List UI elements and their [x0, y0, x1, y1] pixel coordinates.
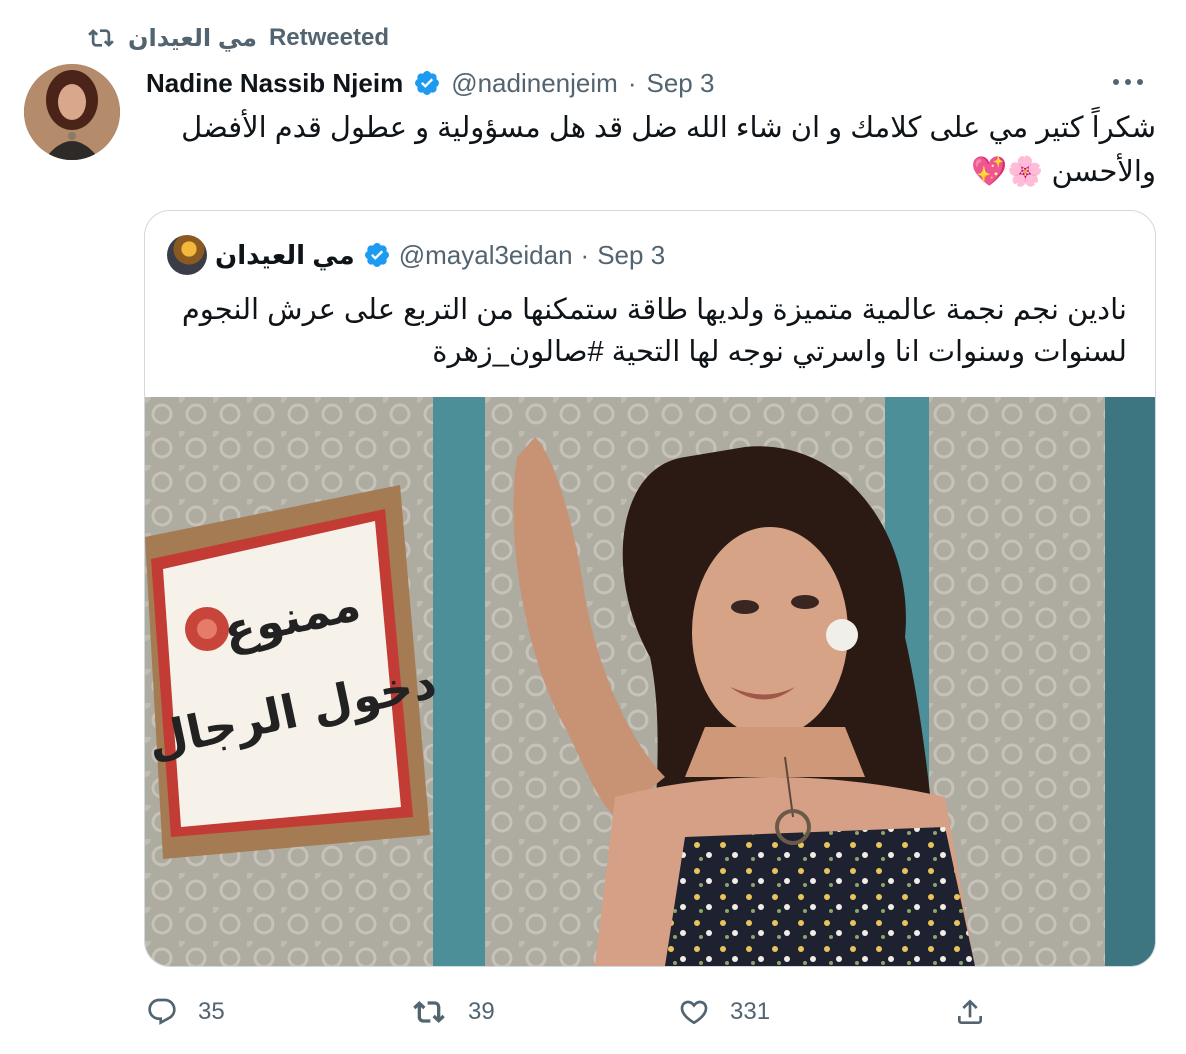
verified-badge-icon [364, 243, 389, 267]
retweet-banner: مي العيدان Retweeted [86, 20, 389, 56]
verified-badge-icon [415, 71, 440, 95]
retweet-user-name[interactable]: مي العيدان [128, 24, 257, 53]
quoted-tweet-text: نادين نجم نجمة عالمية متميزة ولديها طاقة… [181, 294, 1127, 368]
tweet-header: Nadine Nassib Njeim @nadinenjeim · Sep 3 [146, 64, 714, 102]
tweet-action-bar: 35 39 331 [146, 984, 1006, 1040]
quoted-meta-separator: · [580, 239, 590, 270]
more-options-button[interactable] [1104, 64, 1152, 100]
quoted-tweet-card[interactable]: مي العيدان @mayal3eidan · Sep 3 نادين نج… [144, 210, 1156, 967]
quoted-tweet-date: Sep 3 [597, 239, 666, 270]
author-handle[interactable]: @nadinenjeim [451, 68, 618, 99]
reply-count: 35 [198, 998, 225, 1025]
quoted-author-name: مي العيدان [215, 239, 355, 270]
retweet-icon [88, 29, 114, 47]
author-avatar[interactable] [24, 64, 120, 160]
photo-sign: ممنوع دخول الرجال [145, 485, 441, 859]
tweet-date[interactable]: Sep 3 [646, 68, 714, 99]
reply-button[interactable]: 35 [146, 984, 225, 1040]
meta-separator: · [627, 67, 637, 98]
more-dot-icon [1113, 79, 1119, 85]
avatar-photo [24, 64, 120, 160]
retweet-label: Retweeted [268, 24, 390, 51]
share-icon [958, 999, 982, 1024]
photo-illustration: ممنوع دخول الرجال [145, 397, 1155, 966]
tweet-text: شكراً كتير مي على كلامك و ان شاء الله ضل… [181, 112, 1156, 188]
more-dot-icon [1125, 79, 1131, 85]
reply-icon [148, 998, 176, 1025]
quoted-author-handle: @mayal3eidan [398, 239, 573, 270]
retweet-button[interactable]: 39 [410, 984, 495, 1040]
heart-icon [680, 1000, 708, 1025]
share-button[interactable] [954, 984, 986, 1040]
quoted-author-avatar [167, 235, 207, 275]
quoted-tweet-header: مي العيدان @mayal3eidan · Sep 3 [167, 235, 665, 275]
author-name[interactable]: Nadine Nassib Njeim [146, 68, 403, 99]
like-button[interactable]: 331 [678, 984, 770, 1040]
more-dot-icon [1137, 79, 1143, 85]
retweet-icon [413, 1001, 445, 1023]
like-count: 331 [730, 998, 771, 1025]
retweet-count: 39 [468, 998, 495, 1025]
quoted-tweet-photo[interactable]: ممنوع دخول الرجال [145, 397, 1155, 966]
